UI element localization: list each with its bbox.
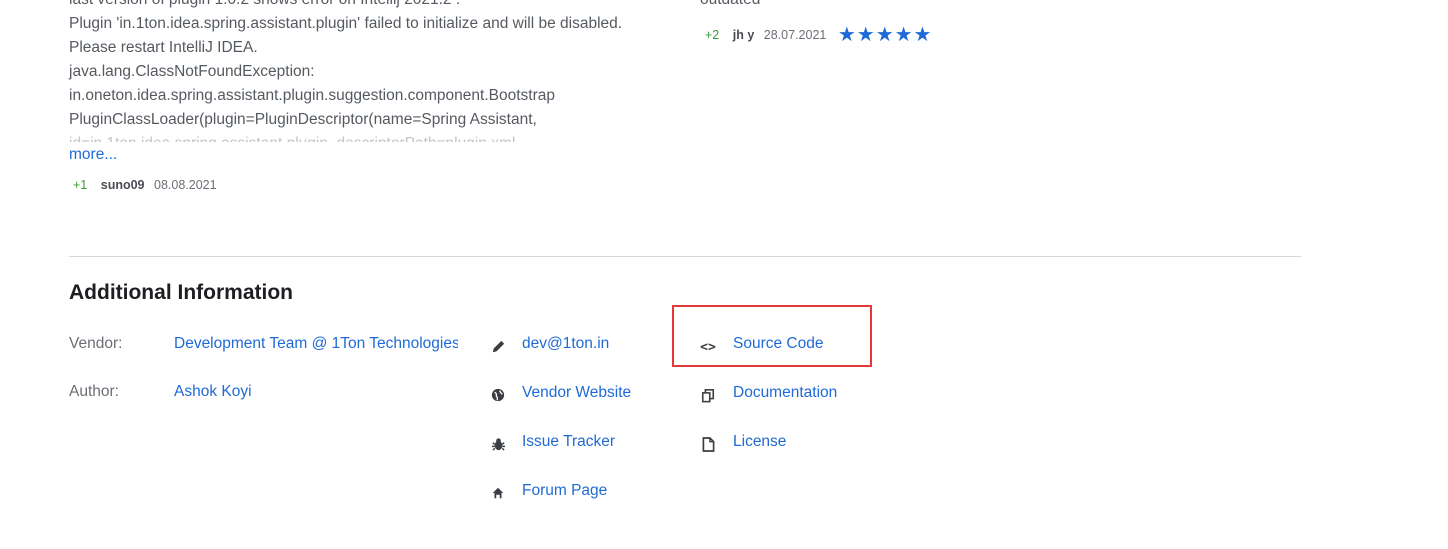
vendor-website-link[interactable]: Vendor Website: [522, 384, 631, 402]
additional-info-title: Additional Information: [69, 281, 293, 304]
review-date: 28.07.2021: [763, 28, 827, 42]
review-line: PluginClassLoader(plugin=PluginDescripto…: [69, 111, 537, 128]
review-date: 08.08.2021: [154, 178, 217, 192]
review-line: java.lang.ClassNotFoundException:: [69, 63, 315, 80]
review-author[interactable]: suno09: [101, 178, 145, 192]
review-votes[interactable]: +1: [73, 178, 87, 192]
globe-icon: [490, 387, 506, 407]
vendor-label: Vendor:: [69, 335, 123, 352]
review-meta: +1 suno09 08.08.2021: [73, 178, 217, 192]
review-more-link[interactable]: more...: [69, 146, 117, 164]
issue-tracker-link[interactable]: Issue Tracker: [522, 433, 615, 451]
license-link[interactable]: License: [733, 433, 786, 451]
review-line: last version of plugin 1.0.2 shows error…: [69, 0, 460, 12]
review-votes[interactable]: +2: [705, 28, 719, 42]
email-link[interactable]: dev@1ton.in: [522, 335, 609, 353]
forum-page-link[interactable]: Forum Page: [522, 482, 607, 500]
review-comment-text: last version of plugin 1.0.2 shows error…: [69, 0, 669, 148]
review-comment-text: outdated: [700, 0, 760, 8]
rating-stars: ★★★★★: [837, 24, 933, 46]
bug-icon: [490, 436, 506, 457]
review-author[interactable]: jh y: [733, 28, 755, 42]
review-meta: +2 jh y 28.07.2021 ★★★★★: [705, 20, 933, 46]
review-line-faded: id=in.1ton.idea.spring.assistant.plugin,…: [69, 132, 515, 142]
section-divider: [69, 256, 1301, 257]
author-link[interactable]: Ashok Koyi: [174, 383, 252, 401]
author-label: Author:: [69, 383, 119, 400]
documentation-link[interactable]: Documentation: [733, 384, 837, 402]
review-line: Please restart IntelliJ IDEA.: [69, 39, 258, 56]
vendor-link[interactable]: Development Team @ 1Ton Technologies: [174, 335, 458, 353]
document-icon: [700, 436, 716, 457]
highlight-box: [672, 305, 872, 367]
home-icon: [490, 485, 506, 505]
pencil-icon: [490, 338, 506, 359]
copy-icon: [700, 387, 716, 408]
review-line: in.oneton.idea.spring.assistant.plugin.s…: [69, 87, 555, 104]
review-line: Plugin 'in.1ton.idea.spring.assistant.pl…: [69, 15, 623, 32]
